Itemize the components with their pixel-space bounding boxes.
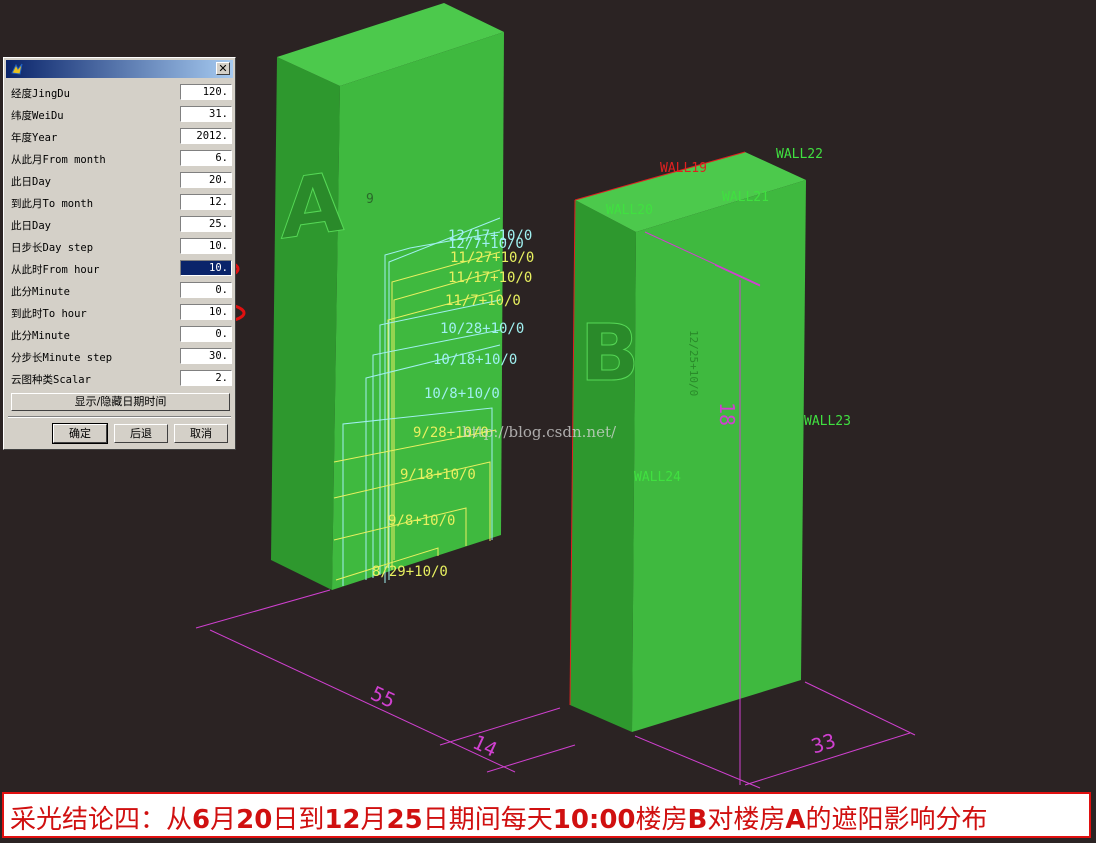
field-row-from-hour: 从此时From hour 10. [10, 259, 232, 279]
small-label-9: 9 [366, 192, 374, 207]
wall20-label: WALL20 [606, 203, 653, 218]
field-label: 此分Minute [11, 286, 70, 298]
field-row-year: 年度Year 2012. [10, 127, 232, 147]
conclusion-caption: 采光结论四：从6月20日到12月25日期间每天10:00楼房B对楼房A的遮阳影响… [2, 792, 1091, 838]
dialog-titlebar[interactable]: ✕ [6, 60, 233, 78]
day-step-input[interactable]: 10. [180, 238, 232, 254]
from-minute-input[interactable]: 0. [180, 282, 232, 298]
date-label: 10/28+10/0 [440, 321, 524, 337]
wall21-label: WALL21 [722, 190, 769, 205]
to-day-input[interactable]: 25. [180, 216, 232, 232]
field-row-from-day: 此日Day 20. [10, 171, 232, 191]
dim-18: 18 [715, 402, 739, 426]
field-row-from-minute: 此分Minute 0. [10, 281, 232, 301]
date-label: 11/7+10/0 [445, 293, 521, 309]
to-hour-input[interactable]: 10. [180, 304, 232, 320]
parameter-dialog: ✕ 经度JingDu 120. 纬度WeiDu 31. 年度Year 2012.… [3, 57, 236, 450]
dim-55: 55 [367, 681, 399, 713]
building-b-left-face [570, 200, 636, 732]
close-button[interactable]: ✕ [216, 62, 230, 75]
divider [8, 416, 231, 418]
field-row-to-minute: 此分Minute 0. [10, 325, 232, 345]
to-minute-input[interactable]: 0. [180, 326, 232, 342]
date-label: 11/17+10/0 [448, 270, 532, 286]
building-a-front-face [332, 32, 504, 590]
field-label: 此分Minute [11, 330, 70, 342]
date-label: 10/8+10/0 [424, 386, 500, 402]
field-label: 从此月From month [11, 154, 106, 166]
field-label: 日步长Day step [11, 242, 94, 254]
field-label: 到此时To hour [11, 308, 87, 320]
caption-text: 采光结论四：从6月20日到12月25日期间每天10:00楼房B对楼房A的遮阳影响… [10, 805, 988, 835]
wall23-label: WALL23 [804, 414, 851, 429]
building-b-front-face [632, 180, 806, 732]
field-label: 此日Day [11, 220, 51, 232]
building-b-letter: B [580, 309, 639, 399]
field-label: 云图种类Scalar [11, 374, 91, 386]
to-month-input[interactable]: 12. [180, 194, 232, 210]
toggle-datetime-button[interactable]: 显示/隐藏日期时间 [11, 393, 230, 411]
field-row-longitude: 经度JingDu 120. [10, 83, 232, 103]
date-label: 9/8+10/0 [388, 513, 455, 529]
wall19-label: WALL19 [660, 161, 707, 176]
app-icon [11, 63, 23, 75]
scalar-input[interactable]: 2. [180, 370, 232, 386]
field-row-from-month: 从此月From month 6. [10, 149, 232, 169]
latitude-input[interactable]: 31. [180, 106, 232, 122]
back-button[interactable]: 后退 [114, 424, 168, 443]
field-row-to-day: 此日Day 25. [10, 215, 232, 235]
date-label: 8/29+10/0 [372, 564, 448, 580]
ok-button[interactable]: 确定 [52, 423, 108, 444]
date-label: 11/27+10/0 [450, 250, 534, 266]
building-a-letter: A [281, 155, 345, 258]
date-label: 9/18+10/0 [400, 467, 476, 483]
minute-step-input[interactable]: 30. [180, 348, 232, 364]
longitude-input[interactable]: 120. [180, 84, 232, 100]
dim-33: 33 [808, 728, 838, 758]
building-b: B 12/25+10/0 [569, 151, 806, 732]
field-row-latitude: 纬度WeiDu 31. [10, 105, 232, 125]
year-input[interactable]: 2012. [180, 128, 232, 144]
field-row-to-month: 到此月To month 12. [10, 193, 232, 213]
field-row-day-step: 日步长Day step 10. [10, 237, 232, 257]
cancel-button[interactable]: 取消 [174, 424, 228, 443]
field-label: 经度JingDu [11, 88, 70, 100]
from-day-input[interactable]: 20. [180, 172, 232, 188]
building-a-left-face [271, 57, 340, 590]
field-row-scalar: 云图种类Scalar 2. [10, 369, 232, 389]
date-stack-label: 12/25+10/0 [687, 330, 700, 396]
field-label: 到此月To month [11, 198, 94, 210]
field-label: 从此时From hour [11, 264, 100, 276]
field-label: 此日Day [11, 176, 51, 188]
date-label: 10/18+10/0 [433, 352, 517, 368]
field-row-minute-step: 分步长Minute step 30. [10, 347, 232, 367]
watermark: http://blog.csdn.net/ [462, 423, 617, 441]
wall24-label: WALL24 [634, 470, 681, 485]
from-hour-input[interactable]: 10. [180, 260, 232, 276]
field-label: 年度Year [11, 132, 58, 144]
wall22-label: WALL22 [776, 147, 823, 162]
from-month-input[interactable]: 6. [180, 150, 232, 166]
field-row-to-hour: 到此时To hour 10. [10, 303, 232, 323]
field-label: 分步长Minute step [11, 352, 113, 364]
field-label: 纬度WeiDu [11, 110, 64, 122]
